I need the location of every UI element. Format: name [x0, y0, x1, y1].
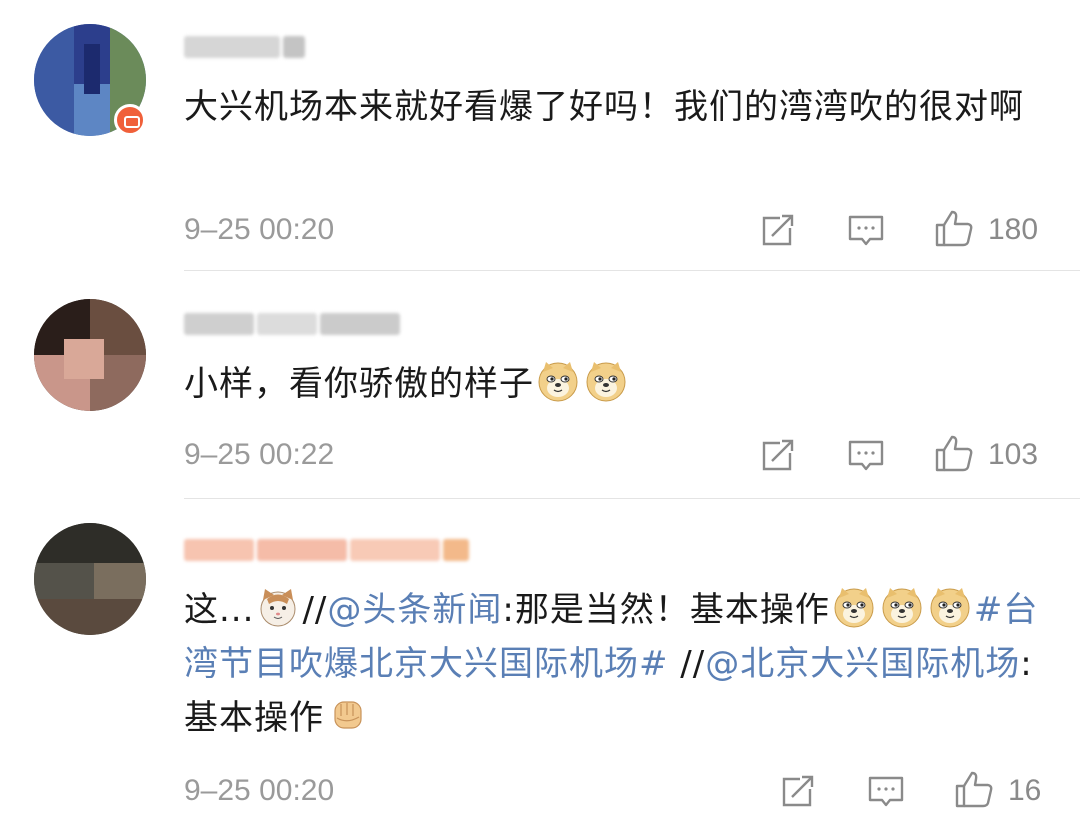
comment-text: 小样，看你骄傲的样子 — [184, 357, 1050, 411]
repost-icon[interactable] — [760, 439, 796, 475]
comment-meta: 9–25 00:20 16 — [184, 771, 1050, 811]
doge-emoji — [882, 587, 922, 628]
comment-text: 这...//@头条新闻:那是当然！基本操作 #台湾节目吹爆北京大兴国际机场# //… — [184, 583, 1050, 745]
comment-time: 9–25 00:22 — [184, 438, 335, 471]
username-blurred[interactable] — [184, 34, 305, 60]
comment-item: 小样，看你骄傲的样子 9–25 00:22 103 — [0, 271, 1080, 499]
text-segment: 这... — [184, 590, 255, 630]
vip-badge-icon — [114, 104, 146, 136]
mention-link[interactable]: @北京大兴国际机场 — [705, 644, 1020, 684]
comment-item: 大兴机场本来就好看爆了好吗！我们的湾湾吹的很对啊 9–25 00:20 180 — [0, 0, 1080, 271]
thumbs-up-icon[interactable] — [934, 210, 974, 250]
cat-emoji — [260, 588, 296, 627]
avatar[interactable] — [34, 523, 146, 635]
comment-time: 9–25 00:20 — [184, 213, 335, 246]
username-blurred[interactable] — [184, 311, 400, 337]
comment-icon[interactable] — [848, 214, 884, 250]
text-segment: :那是当然！基本操作 — [502, 590, 830, 630]
username-blurred[interactable] — [184, 537, 469, 563]
doge-emoji — [834, 587, 874, 628]
thumbs-up-icon[interactable] — [954, 771, 994, 811]
like-count: 180 — [988, 213, 1039, 246]
comment-meta: 9–25 00:22 103 — [184, 435, 1050, 475]
mention-link[interactable]: @头条新闻 — [327, 590, 502, 630]
text-segment: // — [668, 644, 706, 684]
fist-emoji — [334, 701, 362, 729]
doge-emoji — [586, 361, 626, 402]
doge-emoji — [538, 361, 578, 402]
avatar[interactable] — [34, 299, 146, 411]
comment-time: 9–25 00:20 — [184, 774, 335, 807]
repost-icon[interactable] — [760, 214, 796, 250]
comment-text: 大兴机场本来就好看爆了好吗！我们的湾湾吹的很对啊 — [184, 87, 1024, 127]
comment-meta: 9–25 00:20 180 — [184, 210, 1050, 250]
comment-icon[interactable] — [868, 775, 904, 811]
comment-text-content: 小样，看你骄傲的样子 — [184, 364, 534, 404]
like-count: 103 — [988, 438, 1039, 471]
comment-item: 这...//@头条新闻:那是当然！基本操作 #台湾节目吹爆北京大兴国际机场# //… — [0, 499, 1080, 823]
like-count: 16 — [1008, 774, 1042, 807]
comment-icon[interactable] — [848, 439, 884, 475]
text-segment: // — [302, 590, 328, 630]
repost-icon[interactable] — [780, 775, 816, 811]
doge-emoji — [930, 587, 970, 628]
thumbs-up-icon[interactable] — [934, 435, 974, 475]
